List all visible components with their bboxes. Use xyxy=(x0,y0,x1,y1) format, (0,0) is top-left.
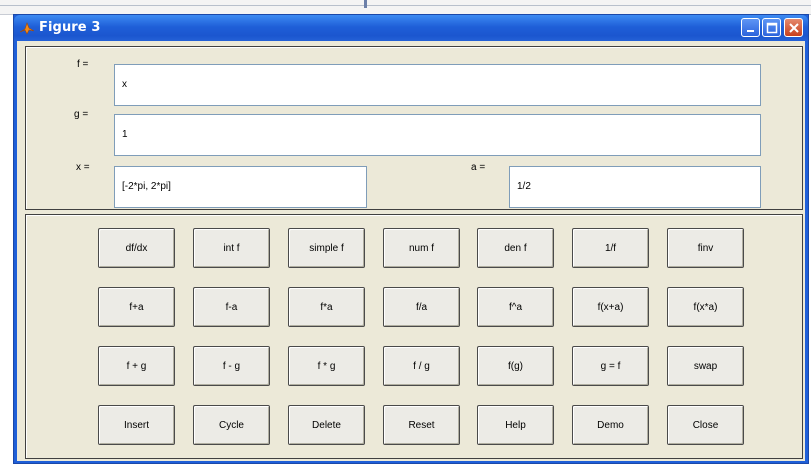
insert-button[interactable]: Insert xyxy=(98,405,175,445)
g-field[interactable]: 1 xyxy=(114,114,761,156)
swap-button[interactable]: swap xyxy=(667,346,744,386)
title-bar[interactable]: Figure 3 xyxy=(14,15,808,41)
derivative-button[interactable]: df/dx xyxy=(98,228,175,268)
f-power-a-button[interactable]: f^a xyxy=(477,287,554,327)
delete-button[interactable]: Delete xyxy=(288,405,365,445)
compose-button[interactable]: f(g) xyxy=(477,346,554,386)
help-button[interactable]: Help xyxy=(477,405,554,445)
f-times-a-button[interactable]: f*a xyxy=(288,287,365,327)
f-plus-a-button[interactable]: f+a xyxy=(98,287,175,327)
assign-g-button[interactable]: g = f xyxy=(572,346,649,386)
reset-button[interactable]: Reset xyxy=(383,405,460,445)
input-panel: f = x g = 1 x = [-2*pi, 2*pi] a = 1/2 xyxy=(25,46,803,210)
g-label: g = xyxy=(74,109,89,120)
f-label: f = xyxy=(77,59,89,70)
desktop-background xyxy=(0,0,811,15)
maximize-icon[interactable] xyxy=(762,18,781,37)
denominator-button[interactable]: den f xyxy=(477,228,554,268)
f-field[interactable]: x xyxy=(114,64,761,106)
a-field[interactable]: 1/2 xyxy=(509,166,761,208)
x-range-field[interactable]: [-2*pi, 2*pi] xyxy=(114,166,367,208)
a-label: a = xyxy=(471,162,486,173)
figure-window: Figure 3 f = x g = 1 x = [-2*pi, 2*pi] a… xyxy=(13,14,809,464)
close-icon[interactable] xyxy=(784,18,803,37)
minimize-icon[interactable] xyxy=(741,18,760,37)
f-divide-g-button[interactable]: f / g xyxy=(383,346,460,386)
matlab-icon[interactable] xyxy=(19,20,35,36)
client-area: f = x g = 1 x = [-2*pi, 2*pi] a = 1/2 df… xyxy=(17,41,805,461)
f-minus-g-button[interactable]: f - g xyxy=(193,346,270,386)
window-title: Figure 3 xyxy=(39,20,101,35)
cycle-button[interactable]: Cycle xyxy=(193,405,270,445)
f-times-g-button[interactable]: f * g xyxy=(288,346,365,386)
simplify-button[interactable]: simple f xyxy=(288,228,365,268)
reciprocal-button[interactable]: 1/f xyxy=(572,228,649,268)
demo-button[interactable]: Demo xyxy=(572,405,649,445)
numerator-button[interactable]: num f xyxy=(383,228,460,268)
integral-button[interactable]: int f xyxy=(193,228,270,268)
shift-x-button[interactable]: f(x+a) xyxy=(572,287,649,327)
f-divide-a-button[interactable]: f/a xyxy=(383,287,460,327)
x-label: x = xyxy=(76,162,90,173)
f-plus-g-button[interactable]: f + g xyxy=(98,346,175,386)
scale-x-button[interactable]: f(x*a) xyxy=(667,287,744,327)
inverse-button[interactable]: finv xyxy=(667,228,744,268)
f-minus-a-button[interactable]: f-a xyxy=(193,287,270,327)
button-panel: df/dx int f simple f num f den f 1/f fin… xyxy=(25,214,803,459)
close-button[interactable]: Close xyxy=(667,405,744,445)
desktop-marker xyxy=(364,0,367,8)
desktop-divider xyxy=(0,5,811,6)
